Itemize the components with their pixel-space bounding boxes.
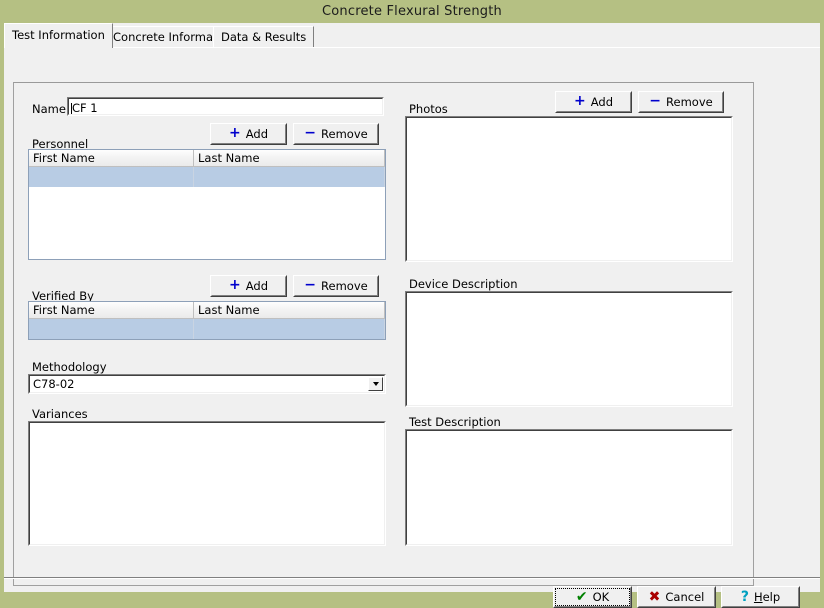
personnel-grid-header: First Name Last Name — [29, 150, 385, 167]
chevron-down-icon[interactable] — [368, 377, 383, 391]
personnel-remove-label: Remove — [321, 127, 368, 141]
personnel-add-button[interactable]: + Add — [210, 123, 287, 145]
plus-icon: + — [229, 128, 241, 138]
minus-icon: − — [304, 280, 316, 290]
tab-data-results-label: Data & Results — [221, 30, 306, 44]
personnel-col-first-name: First Name — [29, 150, 194, 167]
personnel-cell-first-name[interactable] — [29, 167, 194, 187]
plus-icon: + — [229, 280, 241, 290]
device-description-label: Device Description — [409, 277, 517, 291]
methodology-value: C78-02 — [33, 377, 74, 391]
photos-add-label: Add — [591, 95, 613, 109]
personnel-grid[interactable]: First Name Last Name — [28, 149, 386, 260]
help-button-label-rest: elp — [763, 590, 781, 604]
close-icon: ✖ — [649, 592, 661, 602]
device-description-textarea[interactable] — [405, 291, 733, 407]
ok-button[interactable]: ✔ OK — [553, 586, 632, 608]
personnel-cell-last-name[interactable] — [194, 167, 385, 187]
photos-listbox[interactable] — [405, 116, 733, 262]
verified-by-remove-button[interactable]: − Remove — [293, 275, 379, 297]
table-row[interactable] — [29, 167, 385, 187]
name-input-value: CF 1 — [72, 101, 98, 115]
tab-page-test-information: Name: CF 1 Personnel + Add − — [4, 47, 820, 592]
verified-by-col-first-name: First Name — [29, 302, 194, 319]
check-icon: ✔ — [576, 592, 588, 602]
verified-by-add-button[interactable]: + Add — [210, 275, 287, 297]
personnel-add-label: Add — [246, 127, 268, 141]
tab-strip: Test Information Concrete Information Da… — [4, 23, 820, 47]
test-description-textarea[interactable] — [405, 429, 733, 546]
name-label: Name: — [32, 102, 70, 116]
name-input[interactable]: CF 1 — [67, 97, 384, 116]
variances-textarea[interactable] — [28, 421, 386, 546]
minus-icon: − — [304, 128, 316, 138]
photos-remove-label: Remove — [666, 95, 713, 109]
tab-test-information[interactable]: Test Information — [4, 23, 113, 48]
variances-label: Variances — [32, 407, 88, 421]
question-mark-icon: ? — [741, 592, 749, 602]
cancel-button-label: Cancel — [665, 590, 704, 604]
help-button[interactable]: ? Help — [721, 586, 800, 608]
form-groupbox: Name: CF 1 Personnel + Add − — [13, 82, 754, 586]
table-row[interactable] — [29, 319, 385, 339]
verified-by-remove-label: Remove — [321, 279, 368, 293]
methodology-select[interactable]: C78-02 — [28, 374, 386, 394]
personnel-col-last-name: Last Name — [194, 150, 385, 167]
help-button-label: Help — [754, 590, 780, 604]
cancel-button[interactable]: ✖ Cancel — [637, 586, 716, 608]
ok-button-label: OK — [593, 590, 610, 604]
verified-by-add-label: Add — [246, 279, 268, 293]
verified-by-cell-first-name[interactable] — [29, 319, 194, 339]
client-area: Test Information Concrete Information Da… — [4, 23, 820, 592]
verified-by-grid[interactable]: First Name Last Name — [28, 301, 386, 340]
plus-icon: + — [574, 96, 586, 106]
dialog-window: Concrete Flexural Strength Test Informat… — [0, 0, 824, 599]
photos-add-button[interactable]: + Add — [555, 91, 632, 113]
help-button-label-mnemonic: H — [754, 590, 763, 604]
tab-test-information-label: Test Information — [12, 28, 105, 42]
minus-icon: − — [649, 96, 661, 106]
verified-by-cell-last-name[interactable] — [194, 319, 385, 339]
verified-by-grid-header: First Name Last Name — [29, 302, 385, 319]
footer-divider — [4, 577, 820, 579]
tab-data-results[interactable]: Data & Results — [213, 26, 314, 47]
test-description-label: Test Description — [409, 415, 501, 429]
methodology-label: Methodology — [32, 360, 107, 374]
photos-remove-button[interactable]: − Remove — [638, 91, 724, 113]
photos-label: Photos — [409, 102, 448, 116]
verified-by-col-last-name: Last Name — [194, 302, 385, 319]
window-title: Concrete Flexural Strength — [0, 0, 824, 23]
personnel-remove-button[interactable]: − Remove — [293, 123, 379, 145]
